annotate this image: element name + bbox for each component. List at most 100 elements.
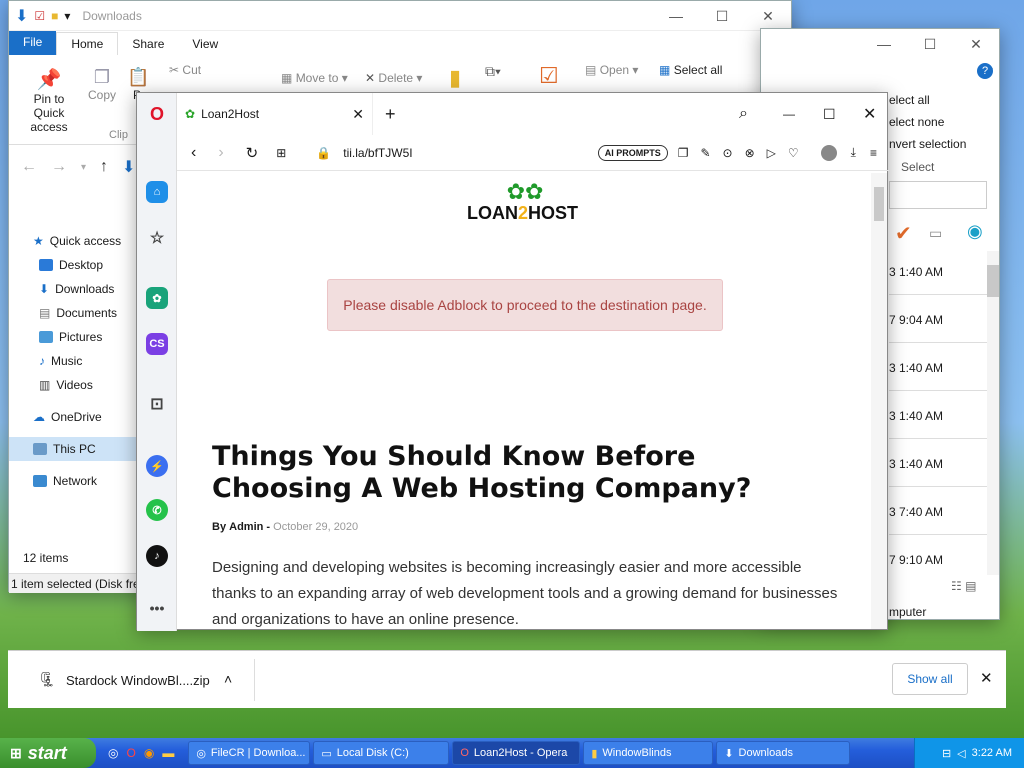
minimize-button[interactable]: — [783,107,795,121]
list-item[interactable]: 3 7:40 AM [889,487,987,535]
minimize-button[interactable]: — [653,1,699,31]
explorer-quicklaunch-icon[interactable]: ▬ [162,746,174,760]
heart-icon[interactable]: ♡ [788,146,799,160]
star-icon[interactable]: ☆ [146,227,168,249]
messenger-icon[interactable]: ⚡ [146,455,168,477]
tiles-icon[interactable]: ⊞ [276,146,286,160]
list-item[interactable]: 3 1:40 AM [889,439,987,487]
back-icon[interactable]: ← [21,158,37,176]
network-icon[interactable]: ⊟ [942,747,951,760]
menu-icon[interactable]: ≡ [870,146,877,160]
up-icon[interactable]: ↑ [100,158,108,176]
list-item[interactable]: 3 1:40 AM [889,391,987,439]
nav-item-desktop[interactable]: Desktop [9,253,139,277]
nav-item-videos[interactable]: ▥ Videos [9,373,139,397]
camera-icon[interactable]: ⊙ [723,146,733,160]
send-icon[interactable]: ▷ [767,146,776,160]
checkbox-icon[interactable]: ☑ [34,9,45,23]
nav-item-network[interactable]: Network [9,469,139,493]
down-arrow-icon[interactable]: ⬇ [15,6,28,26]
pin-to-quick-access-button[interactable]: 📌 Pin to Quick access [17,67,81,134]
taskbar-item-local-disk[interactable]: ▭ Local Disk (C:) [313,741,450,765]
checkmark-icon[interactable]: ✔ [895,221,912,246]
forward-icon[interactable]: › [218,144,223,162]
close-icon[interactable]: ✕ [980,669,993,687]
author-link[interactable]: Admin [229,521,263,533]
opera-logo-icon[interactable]: O [146,103,168,125]
close-button[interactable]: ✕ [953,29,999,59]
loan2host-logo[interactable]: ✿✿ LOAN2HOST [467,179,587,223]
nav-item-documents[interactable]: ▤ Documents [9,301,139,325]
select-all-option[interactable]: elect all [889,93,930,107]
page-scrollbar[interactable] [871,173,887,629]
nav-item-pictures[interactable]: Pictures [9,325,139,349]
new-tab-icon[interactable]: + [385,104,396,125]
profile-icon[interactable] [820,144,837,161]
more-icon[interactable]: ••• [146,597,168,619]
taskbar-item-downloads[interactable]: ⬇ Downloads [716,741,851,765]
copy-button[interactable]: ❐ Copy [87,67,117,102]
clock[interactable]: 3:22 AM [972,747,1012,759]
close-button[interactable]: ✕ [863,104,876,124]
new-item-icon[interactable]: ⧉▾ [485,63,501,80]
chevron-up-icon[interactable]: ˄ [224,671,232,687]
search-input[interactable] [889,181,987,209]
firefox-quicklaunch-icon[interactable]: ◉ [144,746,154,760]
back-icon[interactable]: ‹ [191,144,196,162]
new-folder-icon[interactable]: ▮ [449,65,461,91]
card-icon[interactable]: ▭ [929,225,942,242]
show-all-button[interactable]: Show all [892,663,968,695]
tab-file[interactable]: File [9,31,57,55]
maximize-button[interactable]: ☐ [823,106,836,123]
select-none-option[interactable]: elect none [889,115,944,129]
edit-icon[interactable]: ✎ [700,146,710,160]
list-item[interactable]: 7 9:04 AM [889,295,987,343]
url-field[interactable]: tii.la/bfTJW5I [343,146,597,160]
ai-prompts-button[interactable]: AI PROMPTS [597,144,668,161]
globe-icon[interactable]: ◉ [967,221,983,242]
taskbar-item-windowblinds[interactable]: ▮ WindowBlinds [583,741,714,765]
tab-home[interactable]: Home [56,32,119,55]
list-item[interactable]: 7 9:10 AM [889,535,987,583]
sidebar-cs-icon[interactable]: CS [146,333,168,355]
select-all-button[interactable]: ▦ Select all [659,63,722,77]
recent-icon[interactable]: ▾ [81,162,86,173]
taskbar-item-opera[interactable]: O Loan2Host - Opera [452,741,581,765]
start-button[interactable]: ⊞ start [0,738,96,768]
minimize-button[interactable]: — [861,29,907,59]
reader-icon[interactable]: ❐ [678,146,689,160]
maximize-button[interactable]: ☐ [907,29,953,59]
shopping-bag-icon[interactable]: ⊡ [146,393,168,415]
chatgpt-icon[interactable]: ✿ [146,287,168,309]
nav-item-music[interactable]: ♪ Music [9,349,139,373]
tiktok-icon[interactable]: ♪ [146,545,168,567]
delete-button[interactable]: ✕ Delete ▾ [365,71,422,85]
taskbar-item-filecr[interactable]: ◎ FileCR | Downloa... [188,741,311,765]
tab-view[interactable]: View [178,33,232,55]
open-button[interactable]: ▤ Open ▾ [585,63,638,77]
home-icon[interactable]: ⌂ [146,181,168,203]
nav-item-onedrive[interactable]: ☁ OneDrive [9,405,139,429]
scrollbar[interactable] [987,251,999,575]
chrome-quicklaunch-icon[interactable]: ◎ [108,746,118,760]
view-toggle-icons[interactable]: ☷ ▤ [951,579,976,593]
adblock-icon[interactable]: ⊗ [745,146,755,160]
close-tab-icon[interactable]: ✕ [352,106,364,123]
tab-share[interactable]: Share [118,33,178,55]
download-file-name[interactable]: Stardock WindowBl....zip [66,673,210,688]
whatsapp-icon[interactable]: ✆ [146,499,168,521]
search-icon[interactable]: ⌕ [739,105,748,123]
cut-button[interactable]: ✂ Cut [169,63,201,77]
download-icon[interactable]: ⤓ [851,145,856,160]
opera-quicklaunch-icon[interactable]: O [126,746,135,760]
help-icon[interactable]: ? [977,63,993,79]
move-to-button[interactable]: ▦ Move to ▾ [281,71,348,85]
nav-item-quick-access[interactable]: ★ Quick access [9,229,139,253]
scrollbar-thumb[interactable] [987,265,999,297]
list-item[interactable]: 3 1:40 AM [889,343,987,391]
nav-item-this-pc[interactable]: This PC [9,437,139,461]
close-button[interactable]: ✕ [745,1,791,31]
list-item[interactable]: 3 1:40 AM [889,247,987,295]
reload-icon[interactable]: ↻ [246,144,259,162]
forward-icon[interactable]: → [51,158,67,176]
